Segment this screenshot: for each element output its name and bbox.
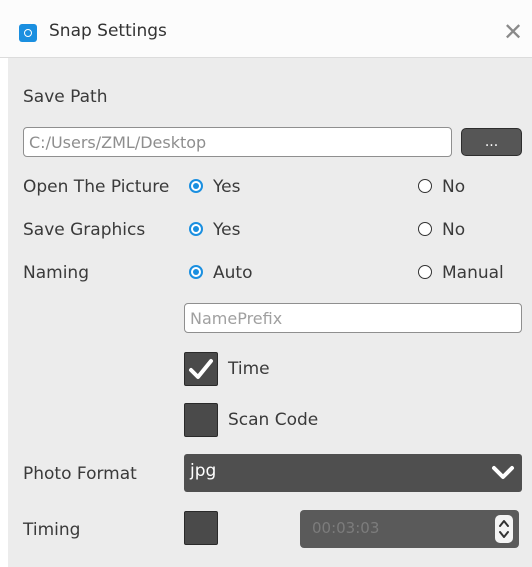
title-bar[interactable]: Snap Settings ✕	[0, 0, 532, 58]
radio-label: Auto	[213, 263, 253, 283]
radio-checked-icon	[189, 222, 203, 236]
camera-icon	[19, 24, 37, 42]
radio-label: Yes	[213, 177, 241, 197]
save-graphics-yes-radio[interactable]: Yes	[189, 220, 259, 242]
photo-format-label: Photo Format	[23, 464, 137, 484]
radio-label: No	[442, 177, 466, 197]
open-picture-yes-radio[interactable]: Yes	[189, 177, 259, 199]
timing-checkbox[interactable]	[184, 511, 218, 545]
scan-code-label: Scan Code	[228, 410, 319, 430]
close-button[interactable]: ✕	[500, 19, 526, 45]
photo-format-value: jpg	[190, 461, 217, 481]
browse-button[interactable]: ...	[461, 128, 522, 156]
naming-auto-radio[interactable]: Auto	[189, 263, 269, 285]
radio-unchecked-icon	[418, 179, 432, 193]
checkmark-icon	[189, 359, 213, 379]
timing-value: 00:03:03	[312, 519, 380, 537]
save-graphics-no-radio[interactable]: No	[418, 220, 488, 242]
photo-format-select[interactable]: jpg	[184, 454, 522, 492]
time-label: Time	[228, 359, 270, 379]
timing-label: Timing	[23, 520, 81, 540]
open-picture-label: Open The Picture	[23, 177, 170, 197]
up-down-arrows-icon	[499, 520, 509, 538]
radio-checked-icon	[189, 179, 203, 193]
save-graphics-label: Save Graphics	[23, 220, 146, 240]
save-path-input[interactable]	[23, 127, 452, 157]
naming-manual-radio[interactable]: Manual	[418, 263, 518, 285]
chevron-down-icon	[492, 466, 514, 479]
window-title: Snap Settings	[49, 21, 167, 41]
radio-unchecked-icon	[418, 265, 432, 279]
radio-unchecked-icon	[418, 222, 432, 236]
time-checkbox[interactable]	[184, 352, 218, 386]
radio-label: No	[442, 220, 466, 240]
radio-label: Manual	[442, 263, 504, 283]
timing-spinbox[interactable]: 00:03:03	[300, 510, 519, 548]
radio-checked-icon	[189, 265, 203, 279]
scan-code-checkbox[interactable]	[184, 403, 218, 437]
settings-panel: Save Path ... Open The Picture Yes No Sa…	[8, 58, 532, 567]
spin-arrows[interactable]	[495, 515, 513, 543]
radio-label: Yes	[213, 220, 241, 240]
open-picture-no-radio[interactable]: No	[418, 177, 488, 199]
name-prefix-input[interactable]	[184, 303, 522, 333]
save-path-label: Save Path	[23, 87, 108, 107]
naming-label: Naming	[23, 263, 89, 283]
